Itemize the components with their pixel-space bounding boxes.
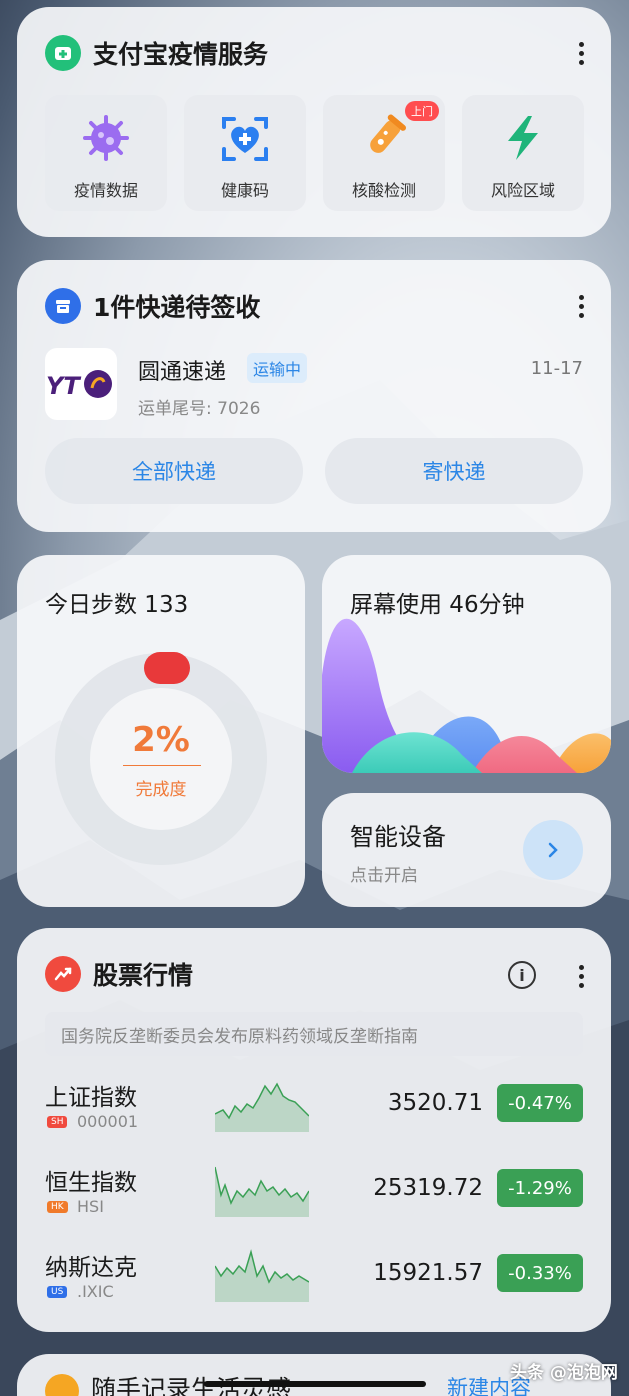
chevron-right-icon [548, 842, 558, 858]
courier-name: 圆通速递 [138, 360, 227, 385]
steps-percent-label: 完成度 [135, 780, 187, 800]
package-box-icon [45, 288, 81, 324]
stock-name: 纳斯达克 [45, 1255, 137, 1281]
shipping-date: 11-17 [530, 358, 583, 379]
tile-label: 风险区域 [490, 181, 555, 200]
tile-risk-area[interactable]: 风险区域 [462, 95, 584, 211]
stock-row-hk[interactable]: 恒生指数 HK HSI 25319.72 -1.29% [45, 1161, 583, 1225]
home-indicator[interactable] [204, 1381, 426, 1387]
stock-row-sh[interactable]: 上证指数 SH 000001 3520.71 -0.47% [45, 1076, 583, 1140]
tile-health-code[interactable]: 健康码 [184, 95, 306, 211]
yto-logo: YT [45, 348, 117, 420]
stock-sparkline [215, 1166, 309, 1217]
smart-devices-title: 智能设备 [350, 823, 446, 851]
stock-sparkline [215, 1082, 309, 1132]
stock-price: 15921.57 [373, 1260, 483, 1286]
chevron-right-button[interactable] [523, 820, 583, 880]
stock-row-us[interactable]: 纳斯达克 US .IXIC 15921.57 -0.33% [45, 1246, 583, 1310]
virus-icon [81, 113, 131, 163]
market-tag: SH [47, 1116, 68, 1128]
info-icon[interactable]: i [508, 961, 536, 989]
test-tube-icon [359, 113, 409, 163]
shipping-status-badge: 运输中 [247, 353, 308, 383]
stock-price: 3520.71 [387, 1090, 483, 1116]
stock-code: HSI [77, 1197, 104, 1216]
stock-sparkline [215, 1249, 309, 1302]
progress-knob [144, 652, 190, 684]
more-menu-icon[interactable] [578, 965, 584, 988]
stock-price: 25319.72 [373, 1175, 483, 1201]
stock-change-badge: -0.47% [497, 1084, 583, 1122]
tile-label: 核酸检测 [351, 181, 416, 200]
tile-label: 疫情数据 [73, 181, 138, 200]
market-tag: US [47, 1286, 68, 1298]
stocks-card: 股票行情 i 国务院反垄断委员会发布原料药领域反垄断指南 上证指数 SH 000… [17, 928, 611, 1332]
notes-icon [45, 1374, 79, 1396]
stock-name: 上证指数 [45, 1085, 137, 1111]
tracking-number: 运单尾号: 7026 [138, 399, 261, 419]
stocks-title: 股票行情 [93, 961, 194, 990]
alipay-health-icon [45, 35, 81, 71]
steps-title: 今日步数 133 [45, 592, 189, 618]
smart-devices-subtitle: 点击开启 [350, 866, 418, 886]
more-menu-icon[interactable] [578, 295, 584, 318]
stock-code: .IXIC [77, 1282, 114, 1301]
screen-time-card[interactable]: 屏幕使用 46分钟 [322, 555, 611, 773]
stock-change-badge: -0.33% [497, 1254, 583, 1292]
door-service-badge: 上门 [405, 101, 439, 121]
trend-up-icon [45, 956, 81, 992]
epidemic-service-card: 支付宝疫情服务 疫情数据 健康码 上门 核酸检测 风险区域 [17, 7, 611, 237]
more-menu-icon[interactable] [578, 42, 584, 65]
stock-change-badge: -1.29% [497, 1169, 583, 1207]
divider [123, 765, 201, 766]
express-title: 1件快递待签收 [93, 293, 261, 322]
news-ticker[interactable]: 国务院反垄断委员会发布原料药领域反垄断指南 [45, 1012, 583, 1056]
tile-epidemic-data[interactable]: 疫情数据 [45, 95, 167, 211]
stock-code: 000001 [77, 1112, 139, 1131]
steps-card[interactable]: 今日步数 133 2% 完成度 [17, 555, 305, 907]
tile-label: 健康码 [220, 181, 269, 200]
all-express-button[interactable]: 全部快递 [45, 438, 303, 504]
express-card: 1件快递待签收 YT 圆通速递 运输中 11-17 运单尾号: 7026 全部快… [17, 260, 611, 532]
send-express-button[interactable]: 寄快递 [325, 438, 583, 504]
stock-name: 恒生指数 [45, 1170, 137, 1196]
epidemic-title: 支付宝疫情服务 [93, 40, 269, 69]
steps-percent: 2% [132, 720, 190, 760]
health-code-icon [220, 113, 270, 163]
smart-devices-card[interactable]: 智能设备 点击开启 [322, 793, 611, 907]
tile-nucleic-test[interactable]: 上门 核酸检测 [323, 95, 445, 211]
watermark: 头条 @泡泡网 [510, 1363, 618, 1383]
svg-text:YT: YT [46, 372, 81, 400]
screen-time-title: 屏幕使用 46分钟 [350, 592, 525, 618]
lightning-icon [498, 113, 548, 163]
market-tag: HK [47, 1201, 68, 1213]
